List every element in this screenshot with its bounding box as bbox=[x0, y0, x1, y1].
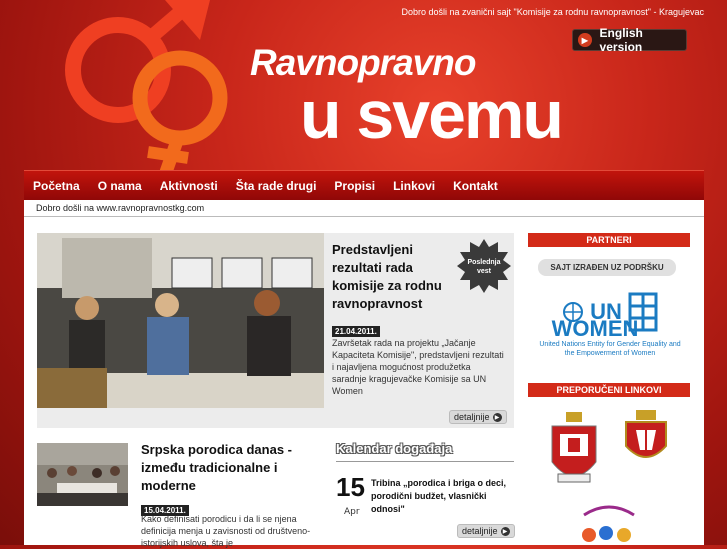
calendar-event[interactable]: Tribina „porodica i briga o deci, porodi… bbox=[371, 477, 511, 516]
gender-symbol-logo bbox=[65, 0, 228, 172]
latest-news-badge: Poslednja vest bbox=[457, 239, 511, 293]
svg-text:vest: vest bbox=[477, 268, 492, 275]
nav-item-sta-rade-drugi[interactable]: Šta rade drugi bbox=[227, 179, 326, 193]
kragujevac-coat-of-arms-icon[interactable] bbox=[546, 412, 602, 492]
partner-logo-icon[interactable] bbox=[574, 499, 644, 545]
site-title-line2: u svemu bbox=[300, 77, 564, 153]
article2-summary: Kako definisati porodicu i da li se njen… bbox=[141, 514, 311, 548]
welcome-line: Dobro došli na zvanični sajt "Komisije z… bbox=[401, 7, 704, 17]
serbia-coat-of-arms-icon[interactable] bbox=[624, 410, 668, 464]
featured-more-button[interactable]: detaljnije ▶ bbox=[449, 410, 507, 424]
support-button[interactable]: SAJT IZRAĐEN UZ PODRŠKU bbox=[538, 259, 676, 276]
featured-title[interactable]: Predstavljeni rezultati rada komisije za… bbox=[332, 241, 457, 313]
nav-item-o-nama[interactable]: O nama bbox=[89, 179, 151, 193]
calendar-day: 15 bbox=[336, 472, 365, 502]
featured-date-tag: 21.04.2011. bbox=[332, 326, 380, 337]
arrow-right-icon: ▶ bbox=[500, 526, 510, 536]
recommended-links-heading: PREPORUČENI LINKOVI bbox=[528, 383, 690, 397]
nav-item-kontakt[interactable]: Kontakt bbox=[444, 179, 507, 193]
english-version-label: English version bbox=[599, 26, 643, 54]
english-version-button[interactable]: ▶ English version bbox=[572, 26, 687, 54]
arrow-right-icon: ▶ bbox=[578, 33, 592, 47]
article2-title[interactable]: Srpska porodica danas - između tradicion… bbox=[141, 441, 301, 495]
calendar-heading: Kalendar događaja bbox=[336, 441, 514, 462]
featured-date: 21.04.2011. bbox=[332, 319, 380, 338]
unwomen-logo[interactable]: UN WOMEN United Nations Entity for Gende… bbox=[535, 292, 685, 362]
article2-photo[interactable] bbox=[37, 443, 128, 506]
arrow-right-icon: ▶ bbox=[492, 412, 502, 422]
featured-article: Predstavljeni rezultati rada komisije za… bbox=[37, 233, 514, 428]
calendar-more-button[interactable]: detaljnije ▶ bbox=[457, 524, 515, 538]
unwomen-caption: United Nations Entity for Gender Equalit… bbox=[539, 341, 681, 357]
nav-item-linkovi[interactable]: Linkovi bbox=[384, 179, 444, 193]
calendar-more-label: detaljnije bbox=[462, 526, 498, 536]
site-header: Dobro došli na zvanični sajt "Komisije z… bbox=[0, 0, 727, 172]
ticker-bar: Dobro došli na www.ravnopravnostkg.com bbox=[24, 200, 704, 217]
main-nav: Početna O nama Aktivnosti Šta rade drugi… bbox=[24, 170, 704, 201]
unwomen-line2: WOMEN bbox=[551, 316, 639, 341]
featured-photo[interactable] bbox=[37, 233, 324, 408]
nav-item-aktivnosti[interactable]: Aktivnosti bbox=[151, 179, 227, 193]
partners-heading: PARTNERI bbox=[528, 233, 690, 247]
calendar-month: Apr bbox=[344, 507, 360, 517]
featured-summary: Završetak rada na projektu „Jačanje Kapa… bbox=[332, 338, 504, 396]
nav-item-propisi[interactable]: Propisi bbox=[325, 179, 384, 193]
main-content: Predstavljeni rezultati rada komisije za… bbox=[24, 217, 704, 548]
badge-label: Poslednja bbox=[467, 259, 500, 266]
featured-more-label: detaljnije bbox=[454, 412, 490, 422]
nav-item-pocetna[interactable]: Početna bbox=[24, 179, 89, 193]
